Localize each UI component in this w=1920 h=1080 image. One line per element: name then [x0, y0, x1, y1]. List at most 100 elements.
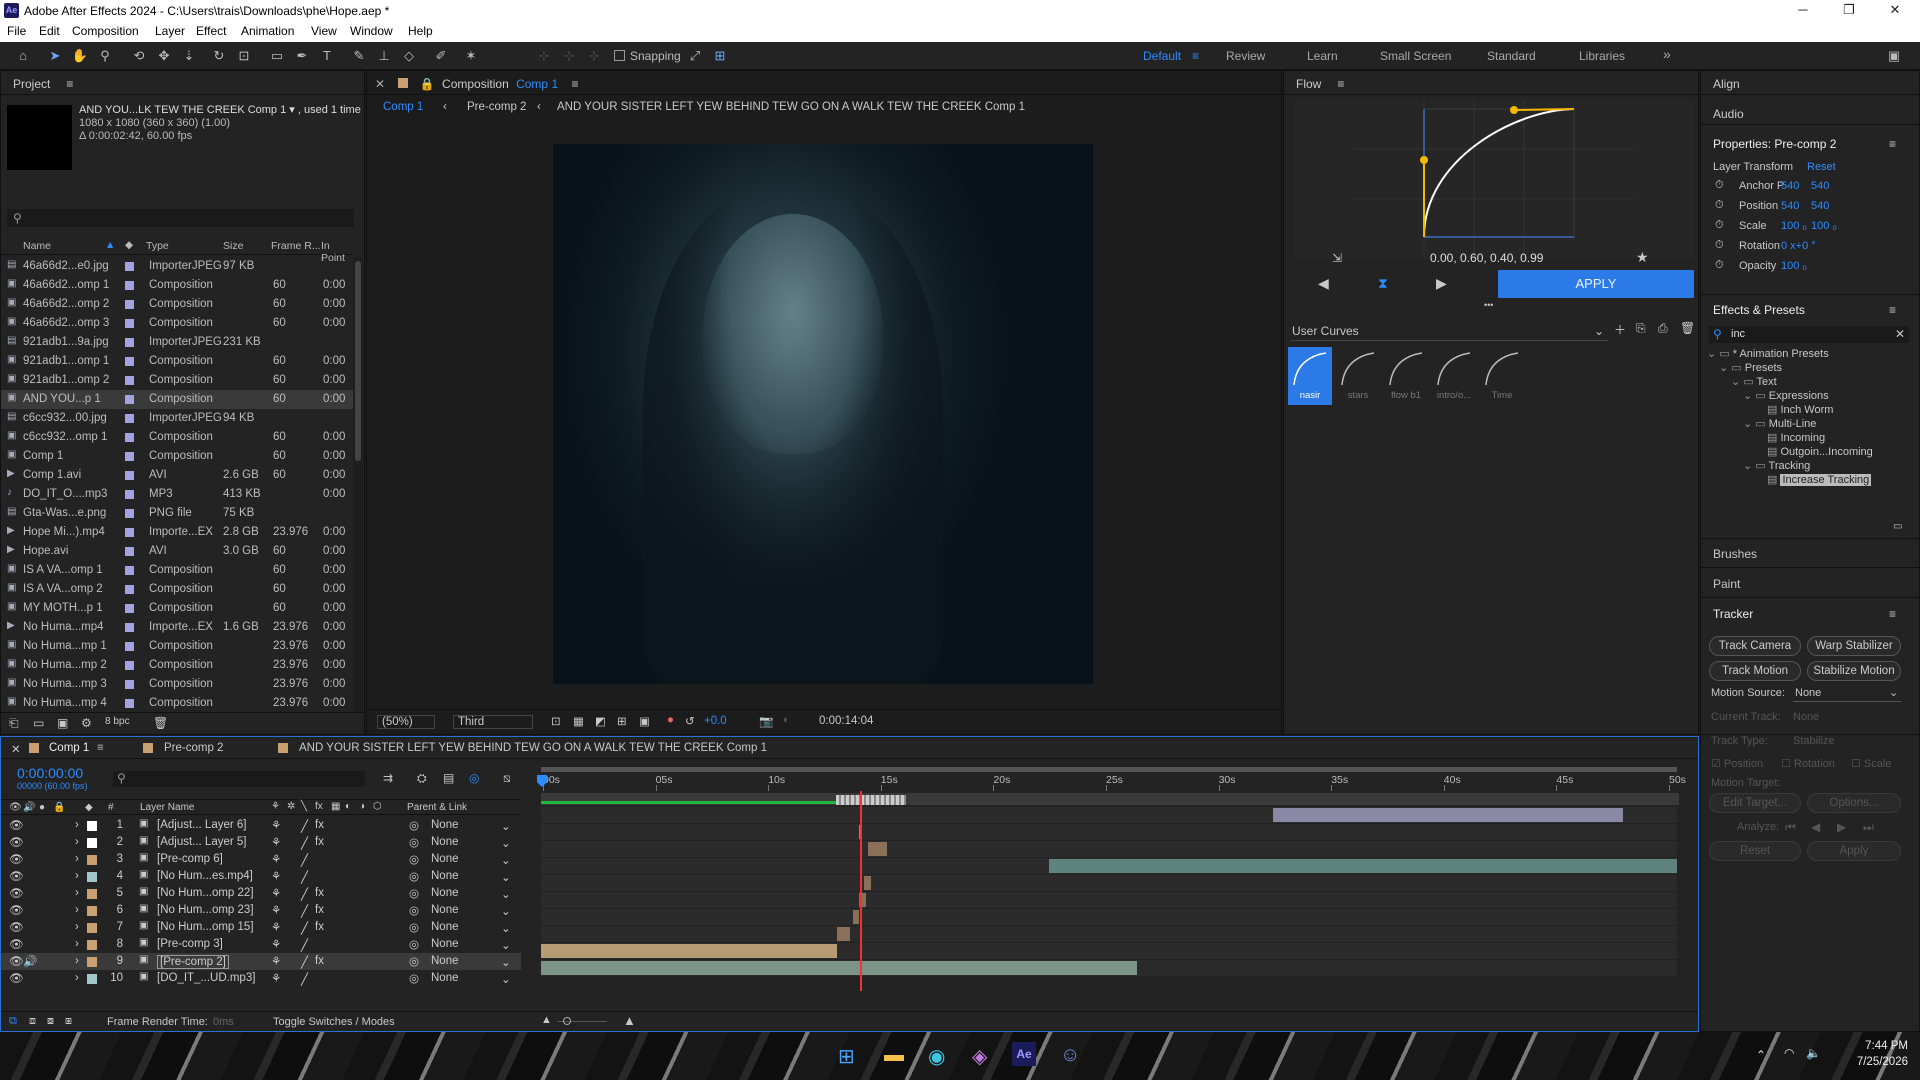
tree-item[interactable]: ⌄ ▭ Tracking [1743, 459, 1810, 472]
project-item[interactable]: ▣ Comp 1 Composition 60 0:00 [1, 447, 353, 466]
menu-edit[interactable]: Edit [39, 24, 60, 38]
col-layer-name[interactable]: Layer Name [140, 802, 194, 813]
ease-both-icon[interactable]: ⧗ [1378, 275, 1388, 292]
edge-browser-icon[interactable]: ◉ [928, 1044, 945, 1069]
layer-row[interactable]: 👁 › 6 ▣ [No Hum...omp 23] ⚘ ╱ fx ◎ None ⌄ [1, 902, 521, 919]
tracker-reset-button[interactable]: Reset [1709, 841, 1801, 861]
tree-item[interactable]: ⌄ ▭ Multi-Line [1743, 417, 1816, 430]
axis-local-icon[interactable]: ⊹ [535, 47, 553, 65]
layer-name[interactable]: [Adjust... Layer 5] [157, 836, 247, 848]
label-swatch[interactable] [125, 547, 134, 559]
chevron-right-icon[interactable]: › [75, 853, 79, 865]
label-swatch[interactable] [125, 566, 134, 578]
parent-dropdown[interactable]: None [431, 853, 459, 865]
audio-panel-tab[interactable]: Audio [1713, 107, 1744, 121]
shy-switch-icon[interactable]: ⚘ [271, 801, 280, 812]
tree-item[interactable]: ⌄ ▭ * Animation Presets [1707, 347, 1829, 360]
col-name[interactable]: Name [23, 240, 51, 252]
layer-row[interactable]: 👁 › 4 ▣ [No Hum...es.mp4] ⚘ ╱ ◎ None ⌄ [1, 868, 521, 885]
tree-item[interactable]: ▤ Increase Tracking [1767, 473, 1872, 486]
label-swatch[interactable] [125, 319, 134, 331]
layer-row[interactable]: 👁 › 5 ▣ [No Hum...omp 22] ⚘ ╱ fx ◎ None ⌄ [1, 885, 521, 902]
brushes-panel-tab[interactable]: Brushes [1713, 547, 1757, 561]
3d-switch-icon[interactable]: ⬡ [373, 801, 382, 812]
panel-menu-icon[interactable]: ≡ [1889, 137, 1896, 151]
color-channels-icon[interactable]: ● [667, 714, 674, 726]
clock-date[interactable]: 7/25/2026 [1838, 1056, 1908, 1068]
shy-icon[interactable]: ⚘ [271, 835, 281, 849]
video-toggle-icon[interactable]: 👁 [9, 802, 22, 813]
fx-icon[interactable]: fx [315, 819, 324, 831]
clock-time[interactable]: 7:44 PM [1838, 1040, 1908, 1052]
tracker-apply-button[interactable]: Apply [1807, 841, 1901, 861]
new-preset-icon[interactable]: ▭ [1893, 521, 1902, 532]
quality-icon[interactable]: ╱ [301, 819, 308, 833]
breadcrumb-long-comp[interactable]: AND YOUR SISTER LEFT YEW BEHIND TEW GO O… [557, 101, 1025, 113]
chevron-right-icon[interactable]: › [75, 972, 79, 984]
project-item[interactable]: ▣ 921adb1...omp 2 Composition 60 0:00 [1, 371, 353, 390]
project-item[interactable]: ▣ No Huma...mp 2 Composition 23.976 0:00 [1, 656, 353, 675]
zoom-slider-handle[interactable] [563, 1017, 571, 1025]
pickwhip-icon[interactable]: ◎ [409, 971, 419, 985]
flow-preset-0[interactable]: nasir [1288, 347, 1332, 405]
layer-name[interactable]: [Pre-comp 3] [157, 938, 223, 950]
pickwhip-icon[interactable]: ◎ [409, 954, 419, 968]
eye-icon[interactable]: 👁 [9, 903, 24, 917]
zoom-tool-icon[interactable]: ⚲ [96, 47, 114, 65]
label-swatch[interactable] [125, 433, 134, 445]
project-search-input[interactable]: ⚲ [7, 209, 354, 227]
quality-icon[interactable]: ╱ [301, 972, 308, 986]
adjust-icon[interactable]: ⚙ [81, 716, 92, 730]
parent-dropdown[interactable]: None [431, 904, 459, 916]
options-button[interactable]: Options... [1807, 793, 1901, 813]
stopwatch-icon[interactable]: ⏱ [1715, 219, 1724, 232]
graph-editor-icon[interactable]: ⧅ [503, 771, 511, 786]
shy-icon[interactable]: ⚘ [271, 886, 281, 900]
pickwhip-icon[interactable]: ◎ [409, 852, 419, 866]
workspace-libraries[interactable]: Libraries [1579, 49, 1625, 63]
chevron-right-icon[interactable]: › [75, 955, 79, 967]
brush-tool-icon[interactable]: ✎ [350, 47, 368, 65]
parent-dropdown[interactable]: None [431, 921, 459, 933]
timeline-tab-long-comp[interactable]: AND YOUR SISTER LEFT YEW BEHIND TEW GO O… [299, 742, 767, 754]
fx-icon[interactable]: fx [315, 955, 324, 967]
axis-view-icon[interactable]: ⊹ [585, 47, 603, 65]
quality-icon[interactable]: ╱ [301, 870, 308, 884]
dolly-tool-icon[interactable]: ⇣ [180, 47, 198, 65]
stopwatch-icon[interactable]: ⏱ [1715, 179, 1724, 192]
parent-dropdown[interactable]: None [431, 938, 459, 950]
after-effects-taskbar-icon[interactable]: Ae [1012, 1042, 1036, 1066]
label-swatch[interactable] [125, 300, 134, 312]
effects-search-input[interactable]: ⚲ inc ✕ [1709, 326, 1909, 343]
close-button[interactable]: ✕ [1872, 0, 1918, 22]
frame-blending-icon[interactable]: ▤ [443, 771, 454, 785]
flow-preset-1[interactable]: stars [1336, 347, 1380, 405]
chevron-right-icon[interactable]: › [75, 921, 79, 933]
tree-item[interactable]: ▤ Inch Worm [1767, 403, 1833, 416]
quality-icon[interactable]: ╱ [301, 887, 308, 901]
property-value-2[interactable]: 540 [1811, 180, 1829, 192]
project-item[interactable]: ▣ 46a66d2...omp 2 Composition 60 0:00 [1, 295, 353, 314]
label-swatch[interactable] [125, 338, 134, 350]
panel-menu-icon[interactable]: ≡ [97, 742, 104, 754]
layer-duration-bar[interactable] [541, 944, 837, 958]
layer-row[interactable]: 👁 › 10 ▣ [DO_IT_...UD.mp3] ⚘ ╱ ◎ None ⌄ [1, 970, 521, 987]
shy-icon[interactable]: ⚘ [271, 920, 281, 934]
stopwatch-icon[interactable]: ⏱ [1715, 259, 1724, 272]
label-swatch[interactable] [125, 376, 134, 388]
add-curve-icon[interactable]: ＋ [1614, 321, 1626, 338]
label-swatch[interactable] [125, 262, 134, 274]
menu-layer[interactable]: Layer [155, 24, 185, 38]
snap-edges-icon[interactable]: ⤢ [686, 47, 704, 65]
panel-menu-icon[interactable]: ≡ [66, 77, 73, 91]
layer-name[interactable]: [No Hum...omp 22] [157, 887, 254, 899]
shy-icon[interactable]: ⚘ [271, 954, 281, 968]
project-item[interactable]: ▶ Comp 1.avi AVI 2.6 GB 60 0:00 [1, 466, 353, 485]
layer-duration-bar[interactable] [868, 842, 887, 856]
tree-item[interactable]: ▤ Outgoin...Incoming [1767, 445, 1873, 458]
align-panel-tab[interactable]: Align [1713, 77, 1740, 91]
more-options-icon[interactable]: ••• [1484, 300, 1493, 310]
label-color-swatch[interactable] [87, 889, 97, 899]
guides-icon[interactable]: ⊞ [617, 714, 627, 728]
timeline-timecode[interactable]: 0:00:00:00 [17, 765, 83, 781]
